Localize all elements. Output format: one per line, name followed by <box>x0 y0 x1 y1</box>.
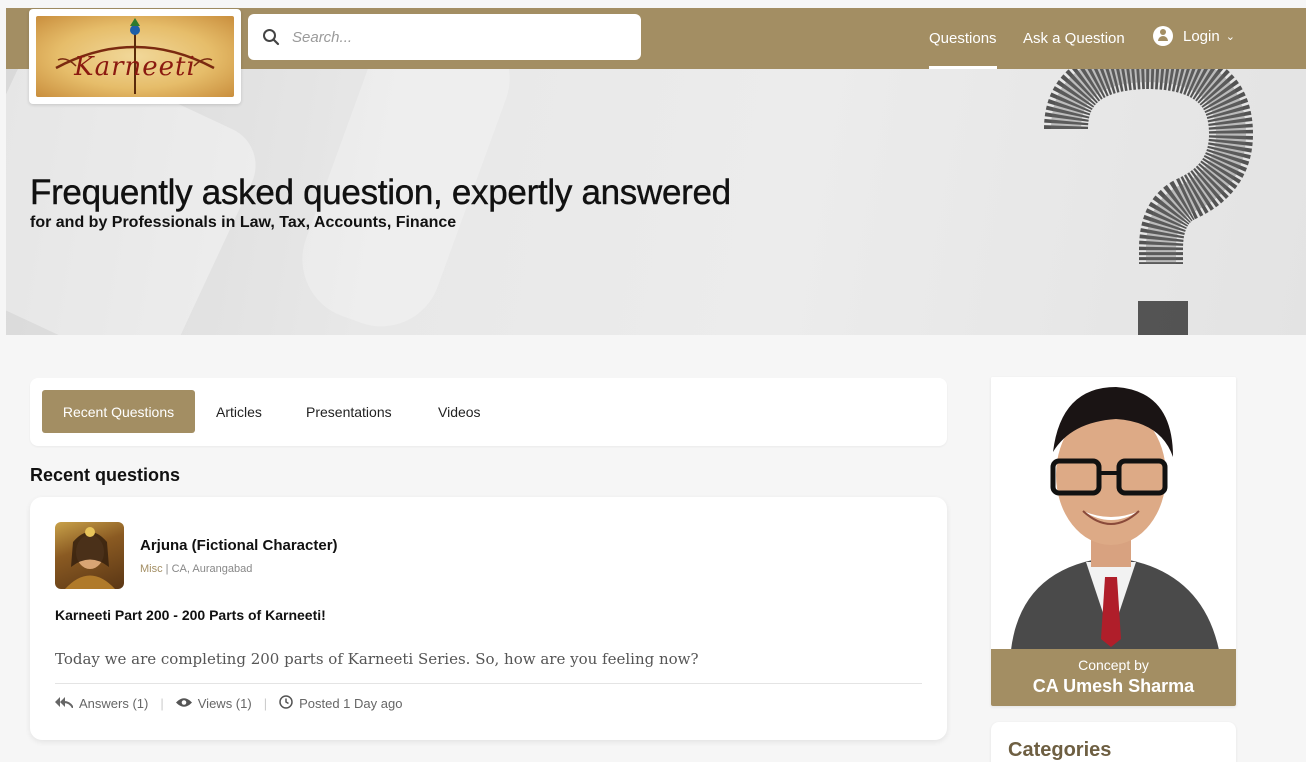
posted-stat: Posted 1 Day ago <box>279 695 402 712</box>
concept-by-bar: Concept by CA Umesh Sharma <box>991 649 1236 706</box>
chevron-down-icon: ⌄ <box>1225 30 1235 43</box>
author-detail: | CA, Aurangabad <box>162 563 253 575</box>
avatar[interactable] <box>55 522 124 589</box>
search-input[interactable] <box>292 28 612 46</box>
nav-questions-link[interactable]: Questions <box>929 30 997 69</box>
logo-text: Karneeti <box>74 52 196 82</box>
tab-recent-questions[interactable]: Recent Questions <box>42 390 195 433</box>
question-author[interactable]: Arjuna (Fictional Character) <box>140 537 338 554</box>
nav-ask-question-link[interactable]: Ask a Question <box>1023 30 1125 47</box>
divider: | <box>160 696 164 711</box>
hero-title: Frequently asked question, expertly answ… <box>30 173 732 212</box>
author-photo <box>991 377 1236 650</box>
logo-image: Karneeti <box>36 16 234 97</box>
question-card[interactable]: Arjuna (Fictional Character) Misc | CA, … <box>30 497 947 740</box>
eye-icon <box>175 696 192 711</box>
hero-subtitle: for and by Professionals in Law, Tax, Ac… <box>30 214 457 231</box>
answers-count: Answers (1) <box>79 696 149 711</box>
answers-stat[interactable]: Answers (1) <box>55 696 148 711</box>
author-meta: Misc | CA, Aurangabad <box>140 563 252 575</box>
question-mark-illustration <box>1044 69 1254 335</box>
site-logo[interactable]: Karneeti <box>29 9 241 104</box>
content-tabs: Recent Questions Articles Presentations … <box>30 378 947 446</box>
concept-name: CA Umesh Sharma <box>1032 676 1195 696</box>
question-excerpt: Today we are completing 200 parts of Kar… <box>55 650 699 668</box>
category-tag[interactable]: Misc <box>140 563 163 575</box>
divider: | <box>263 696 268 711</box>
concept-label: Concept by <box>1078 657 1149 673</box>
section-title: Recent questions <box>30 465 181 485</box>
categories-title: Categories <box>1008 739 1112 761</box>
login-label: Login <box>1183 27 1220 45</box>
clock-icon <box>279 695 293 712</box>
views-count: Views (1) <box>197 696 252 711</box>
reply-all-icon <box>55 696 74 711</box>
views-stat: Views (1) <box>175 696 252 711</box>
search-box[interactable] <box>248 14 641 60</box>
posted-time: Posted 1 Day ago <box>299 696 403 711</box>
hero-banner: Frequently asked question, expertly answ… <box>6 69 1306 335</box>
tab-articles[interactable]: Articles <box>216 390 262 433</box>
question-stats: Answers (1) | Views (1) | Posted 1 Day a… <box>55 695 402 712</box>
user-icon <box>1153 26 1173 46</box>
tab-videos[interactable]: Videos <box>438 390 481 433</box>
divider <box>55 683 922 684</box>
question-title[interactable]: Karneeti Part 200 - 200 Parts of Karneet… <box>55 607 326 623</box>
concept-card: Concept by CA Umesh Sharma <box>991 377 1236 706</box>
nav-login-dropdown[interactable]: Login ⌄ <box>1153 26 1235 46</box>
search-icon <box>262 28 280 46</box>
tab-presentations[interactable]: Presentations <box>306 390 392 433</box>
categories-card: Categories <box>991 722 1236 762</box>
